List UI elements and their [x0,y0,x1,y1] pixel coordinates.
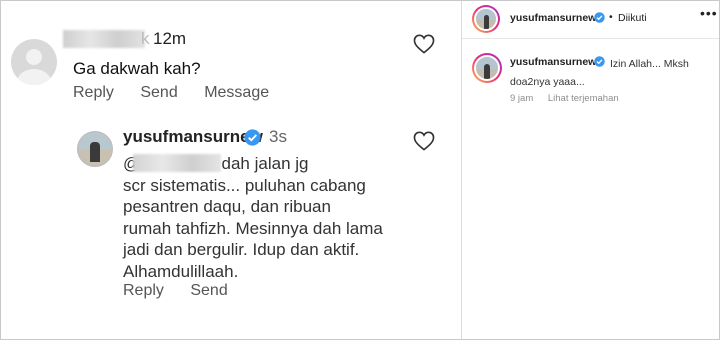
comment-text: Ga dakwah kah? [73,59,201,78]
comment-time: 12m [153,29,187,48]
more-options-icon[interactable]: ••• [700,5,718,21]
post-panel: yusufmansurnew • Diikuti ••• yusufmansur… [462,1,719,339]
send-button[interactable]: Send [190,282,227,299]
post-header: yusufmansurnew • Diikuti ••• [462,1,719,39]
verified-badge-icon [594,12,605,23]
see-translation-link[interactable]: Lihat terjemahan [548,93,619,104]
post-username[interactable]: yusufmansurnew [510,12,596,24]
story-avatar[interactable] [472,53,502,83]
follow-status[interactable]: Diikuti [618,12,647,24]
send-button[interactable]: Send [140,84,177,101]
reply-time: 3s [269,127,287,146]
reply-button[interactable]: Reply [123,282,164,299]
heart-icon[interactable] [413,34,435,54]
comments-panel: k 12m Ga dakwah kah? Reply Send Message … [1,1,461,339]
reply-text: @ k dakwah dah jalan jg scr sistematis..… [123,154,383,281]
caption-meta: 9 jam Lihat terjemahan [510,93,631,104]
blurred-username [63,30,145,48]
separator-dot: • [609,11,613,23]
caption-text: Izin Allah... Mksh doa2nya yaaa... [510,58,689,88]
reply-actions: Reply Send [123,282,250,300]
heart-icon[interactable] [413,131,435,151]
avatar[interactable] [11,39,57,85]
reply-button[interactable]: Reply [73,84,114,101]
story-avatar[interactable] [472,5,500,33]
blurred-mention [133,154,221,172]
message-button[interactable]: Message [204,84,269,101]
avatar[interactable] [77,131,113,167]
comment-actions: Reply Send Message [73,84,291,102]
caption-time: 9 jam [510,93,534,104]
reply-username[interactable]: yusufmansurnew [123,127,263,147]
verified-badge-icon [244,129,261,146]
username-tail: k [141,29,150,48]
